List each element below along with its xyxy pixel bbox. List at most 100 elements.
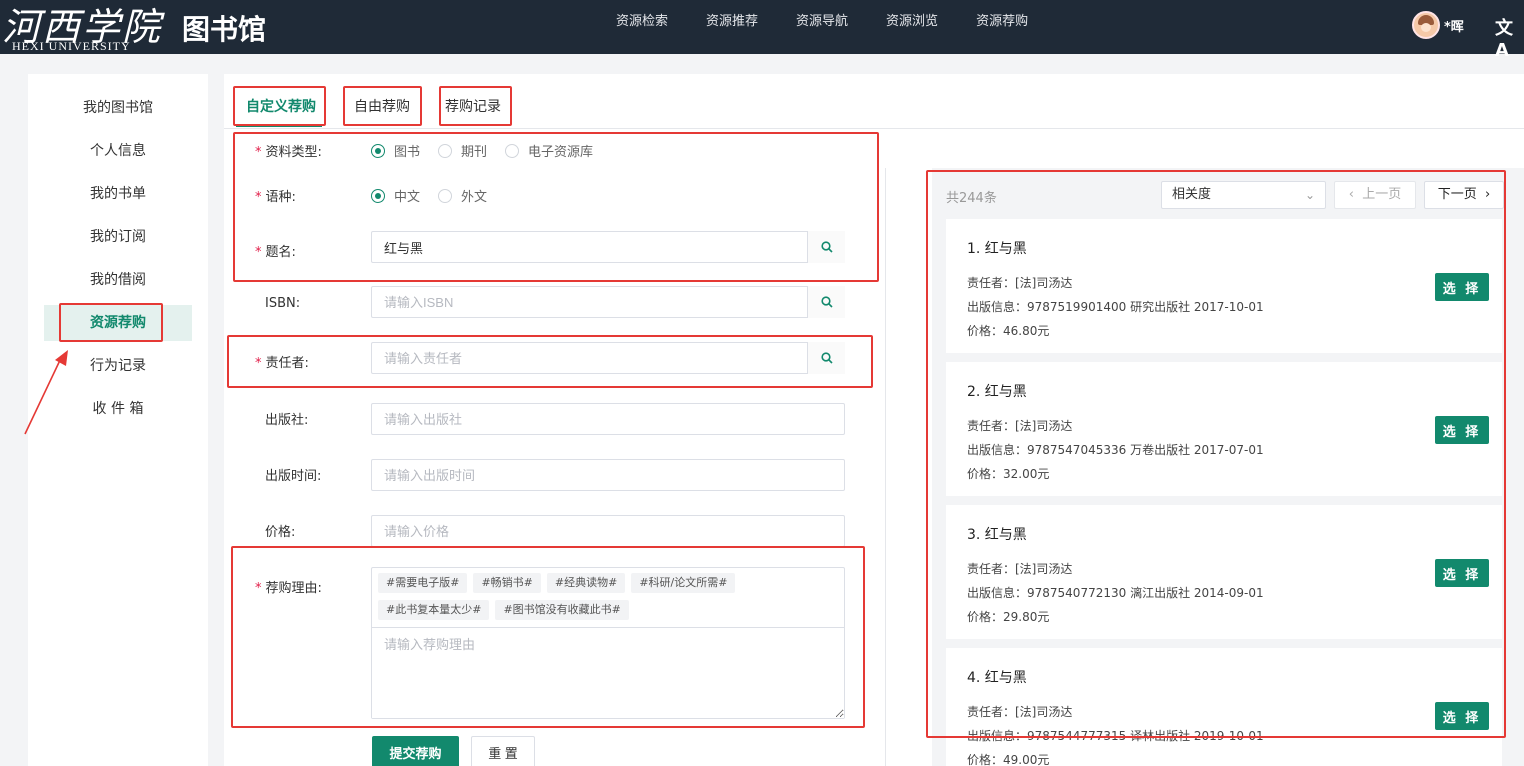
sidebar-item-subscriptions[interactable]: 我的订阅 — [44, 219, 192, 255]
language-radio-group: 中文 外文 — [371, 186, 505, 205]
sidebar-item-booklist[interactable]: 我的书单 — [44, 176, 192, 212]
search-icon — [820, 296, 833, 308]
result-price: 价格：29.80元 — [967, 610, 1050, 624]
user-menu[interactable]: *晖 — [1412, 11, 1464, 39]
language-label: * 语种: — [255, 190, 296, 205]
translate-icon[interactable]: 文A — [1495, 14, 1524, 61]
result-title[interactable]: 1. 红与黑 — [967, 238, 1027, 258]
search-icon — [820, 241, 833, 253]
result-author: 责任者：[法]司汤达 — [967, 705, 1073, 719]
result-count: 共244条 — [946, 191, 997, 206]
result-card: 3. 红与黑 责任者：[法]司汤达 出版信息：9787540772130 漓江出… — [946, 505, 1502, 639]
publisher-label: 出版社: — [265, 413, 309, 428]
nav-item-navigation[interactable]: 资源导航 — [777, 0, 867, 44]
result-title[interactable]: 2. 红与黑 — [967, 381, 1027, 401]
result-author: 责任者：[法]司汤达 — [967, 276, 1073, 290]
avatar — [1412, 11, 1440, 39]
material-type-radio-group: 图书 期刊 电子资源库 — [371, 141, 611, 160]
title-search-button[interactable] — [807, 231, 845, 263]
top-bar: 河西学院 HEXI UNIVERSITY 图书馆 资源检索 资源推荐 资源导航 … — [0, 0, 1524, 61]
result-price: 价格：46.80元 — [967, 324, 1050, 338]
result-card: 2. 红与黑 责任者：[法]司汤达 出版信息：9787547045336 万卷出… — [946, 362, 1502, 496]
pub-date-input[interactable] — [371, 459, 845, 491]
title-label: * 题名: — [255, 245, 296, 260]
next-page-button[interactable]: 下一页 › — [1424, 181, 1504, 209]
tab-custom-recommend[interactable]: 自定义荐购 — [246, 96, 316, 116]
title-input[interactable] — [371, 231, 845, 263]
result-title[interactable]: 4. 红与黑 — [967, 667, 1027, 687]
choose-button[interactable]: 选 择 — [1435, 273, 1489, 301]
result-pub-info: 出版信息：9787547045336 万卷出版社 2017-07-01 — [967, 443, 1264, 457]
sort-select[interactable]: 相关度 ⌄ — [1161, 181, 1326, 209]
sidebar-item-inbox[interactable]: 收 件 箱 — [44, 391, 192, 427]
user-name: *晖 — [1444, 19, 1464, 35]
price-label: 价格: — [265, 525, 296, 540]
radio-chinese[interactable]: 中文 — [371, 186, 420, 205]
radio-unchecked-icon — [505, 143, 520, 158]
result-title[interactable]: 3. 红与黑 — [967, 524, 1027, 544]
radio-unchecked-icon — [438, 143, 453, 158]
author-label: * 责任者: — [255, 356, 309, 371]
result-pub-info: 出版信息：9787540772130 漓江出版社 2014-09-01 — [967, 586, 1264, 600]
reason-tag[interactable]: #图书馆没有收藏此书# — [495, 600, 629, 620]
prev-page-button[interactable]: ‹ 上一页 — [1334, 181, 1416, 209]
choose-button[interactable]: 选 择 — [1435, 702, 1489, 730]
nav-item-browse[interactable]: 资源浏览 — [867, 0, 957, 44]
result-author: 责任者：[法]司汤达 — [967, 419, 1073, 433]
pub-date-label: 出版时间: — [265, 469, 322, 484]
result-pub-info: 出版信息：9787519901400 研究出版社 2017-10-01 — [967, 300, 1264, 314]
sidebar-item-activity-log[interactable]: 行为记录 — [44, 348, 192, 384]
chevron-left-icon: ‹ — [1348, 187, 1354, 202]
radio-journal[interactable]: 期刊 — [438, 141, 487, 160]
radio-foreign[interactable]: 外文 — [438, 186, 487, 205]
result-price: 价格：32.00元 — [967, 467, 1050, 481]
author-search-button[interactable] — [807, 342, 845, 374]
reason-tag[interactable]: #需要电子版# — [378, 573, 468, 593]
radio-checked-icon — [371, 188, 385, 203]
nav-item-recommend[interactable]: 资源推荐 — [687, 0, 777, 44]
radio-checked-icon — [371, 143, 385, 158]
sidebar-item-purchase-recommend[interactable]: 资源荐购 — [44, 305, 192, 341]
chevron-down-icon: ⌄ — [1304, 188, 1315, 202]
reason-box: #需要电子版# #畅销书# #经典读物# #科研/论文所需# #此书复本量太少#… — [371, 567, 845, 719]
tabs-divider — [224, 128, 1524, 129]
isbn-label: ISBN: — [265, 296, 301, 311]
reset-button[interactable]: 重 置 — [471, 736, 535, 766]
result-card: 1. 红与黑 责任者：[法]司汤达 出版信息：9787519901400 研究出… — [946, 219, 1502, 353]
isbn-search-button[interactable] — [807, 286, 845, 318]
search-icon — [820, 352, 833, 364]
active-tab-indicator — [236, 125, 322, 127]
main-panel: 自定义荐购 自由荐购 荐购记录 * 资料类型: 图书 期刊 电子资源库 * 语种: … — [224, 74, 1524, 766]
radio-unchecked-icon — [438, 188, 453, 203]
price-input[interactable] — [371, 515, 845, 547]
sort-select-value: 相关度 — [1172, 187, 1212, 202]
choose-button[interactable]: 选 择 — [1435, 559, 1489, 587]
radio-e-resource[interactable]: 电子资源库 — [505, 141, 593, 160]
choose-button[interactable]: 选 择 — [1435, 416, 1489, 444]
reason-tag[interactable]: #畅销书# — [473, 573, 541, 593]
tab-free-recommend[interactable]: 自由荐购 — [354, 96, 410, 116]
nav-item-search[interactable]: 资源检索 — [597, 0, 687, 44]
chevron-right-icon: › — [1485, 187, 1491, 202]
author-input[interactable] — [371, 342, 845, 374]
reason-textarea[interactable] — [372, 628, 844, 718]
sidebar-item-personal-info[interactable]: 个人信息 — [44, 133, 192, 169]
column-divider — [885, 168, 886, 766]
submit-button[interactable]: 提交荐购 — [372, 736, 459, 766]
sidebar: 我的图书馆 个人信息 我的书单 我的订阅 我的借阅 资源荐购 行为记录 收 件 … — [28, 74, 208, 766]
result-pub-info: 出版信息：9787544777315 译林出版社 2019-10-01 — [967, 729, 1264, 743]
reason-tag[interactable]: #科研/论文所需# — [631, 573, 736, 593]
sidebar-item-my-library[interactable]: 我的图书馆 — [44, 90, 192, 126]
publisher-input[interactable] — [371, 403, 845, 435]
reason-tag[interactable]: #此书复本量太少# — [378, 600, 490, 620]
radio-book[interactable]: 图书 — [371, 141, 420, 160]
isbn-input[interactable] — [371, 286, 845, 318]
main-nav: 资源检索 资源推荐 资源导航 资源浏览 资源荐购 — [597, 0, 1047, 44]
sidebar-item-borrowing[interactable]: 我的借阅 — [44, 262, 192, 298]
result-price: 价格：49.00元 — [967, 753, 1050, 766]
reason-tag[interactable]: #经典读物# — [546, 573, 626, 593]
university-logo[interactable]: 河西学院 HEXI UNIVERSITY 图书馆 — [0, 0, 300, 54]
material-type-label: * 资料类型: — [255, 145, 322, 160]
tab-recommend-history[interactable]: 荐购记录 — [445, 96, 501, 116]
nav-item-purchase-recommend[interactable]: 资源荐购 — [957, 0, 1047, 44]
